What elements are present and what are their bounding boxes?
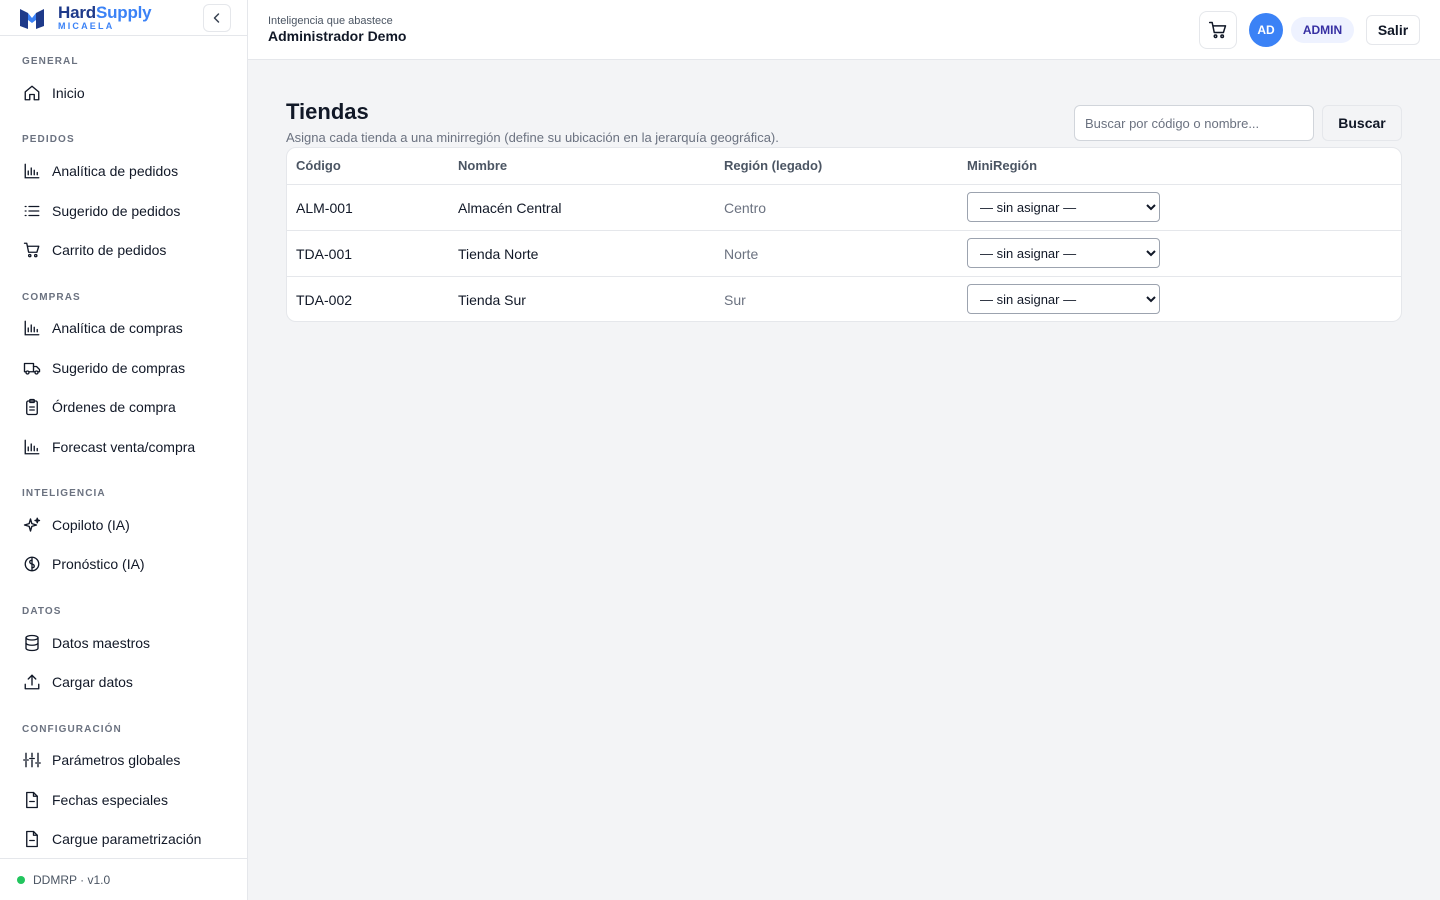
sidebar-item-fechas-especiales[interactable]: Fechas especiales — [22, 786, 232, 814]
sidebar-item-label: Forecast venta/compra — [52, 439, 196, 455]
logout-button[interactable]: Salir — [1366, 15, 1420, 45]
sidebar-item-analitica-compras[interactable]: Analítica de compras — [22, 314, 232, 342]
sidebar-item-label: Datos maestros — [52, 635, 151, 651]
search-button[interactable]: Buscar — [1322, 105, 1402, 141]
sparkles-icon — [22, 515, 42, 535]
sidebar-item-label: Inicio — [52, 85, 85, 101]
sidebar-item-sugerido-compras[interactable]: Sugerido de compras — [22, 354, 232, 382]
cell-nombre: Tienda Norte — [458, 246, 539, 262]
cart-icon — [22, 240, 42, 260]
sidebar-footer: DDMRP · v1.0 — [0, 858, 247, 900]
sidebar-item-datos-maestros[interactable]: Datos maestros — [22, 629, 232, 657]
table-row: ALM-001 Almacén Central Centro — sin asi… — [287, 185, 1401, 231]
sliders-icon — [22, 750, 42, 770]
sidebar-item-label: Analítica de pedidos — [52, 163, 179, 179]
sidebar-item-pronostico[interactable]: Pronóstico (IA) — [22, 550, 232, 578]
sidebar-item-label: Pronóstico (IA) — [52, 556, 145, 572]
sidebar-item-label: Cargue parametrización — [52, 831, 202, 847]
database-icon — [22, 633, 42, 653]
cell-nombre: Tienda Sur — [458, 292, 526, 308]
miniregion-select[interactable]: — sin asignar — — [967, 238, 1160, 268]
cell-codigo: TDA-002 — [296, 292, 353, 308]
sidebar-item-label: Parámetros globales — [52, 752, 181, 768]
column-header-codigo: Código — [296, 158, 341, 173]
cart-icon — [1208, 21, 1227, 39]
file-icon — [22, 790, 42, 810]
sidebar-item-label: Carrito de pedidos — [52, 242, 167, 258]
sidebar-item-sugerido-pedidos[interactable]: Sugerido de pedidos — [22, 197, 232, 225]
nav-section-datos: DATOS — [22, 606, 62, 617]
cell-region: Norte — [724, 246, 759, 262]
column-header-miniregion: MiniRegión — [967, 158, 1038, 173]
sidebar-item-copiloto[interactable]: Copiloto (IA) — [22, 511, 232, 539]
upload-icon — [22, 672, 42, 692]
cell-codigo: TDA-001 — [296, 246, 353, 262]
file-icon — [22, 829, 42, 849]
sidebar-item-analitica-pedidos[interactable]: Analítica de pedidos — [22, 157, 232, 185]
cart-button[interactable] — [1199, 11, 1237, 49]
sidebar-item-cargar-datos[interactable]: Cargar datos — [22, 668, 232, 696]
page-description: Asigna cada tienda a una minirregión (de… — [286, 130, 779, 145]
column-header-nombre: Nombre — [458, 158, 508, 173]
nav-section-compras: COMPRAS — [22, 292, 81, 303]
sidebar-item-label: Sugerido de compras — [52, 360, 186, 376]
status-dot — [17, 875, 25, 884]
truck-icon — [22, 358, 42, 378]
nav-section-pedidos: PEDIDOS — [22, 134, 75, 145]
sidebar-item-parametros-globales[interactable]: Parámetros globales — [22, 746, 232, 774]
avatar[interactable]: AD — [1249, 13, 1283, 47]
sidebar-item-inicio[interactable]: Inicio — [22, 79, 232, 107]
stores-table: Código Nombre Región (legado) MiniRegión… — [286, 147, 1402, 322]
cell-nombre: Almacén Central — [458, 200, 562, 216]
bar-chart-icon — [22, 318, 42, 338]
brand-header: HardSupply MICAELA — [0, 0, 247, 36]
role-badge: ADMIN — [1291, 17, 1354, 43]
cell-region: Sur — [724, 292, 746, 308]
sidebar-item-label: Copiloto (IA) — [52, 517, 130, 533]
nav-section-configuracion: CONFIGURACIÓN — [22, 724, 122, 735]
brand-subtitle: MICAELA — [58, 21, 115, 31]
sidebar-item-cargue-parametrizacion[interactable]: Cargue parametrización — [22, 825, 232, 853]
search-input[interactable] — [1074, 105, 1314, 141]
home-icon — [22, 83, 42, 103]
sidebar-item-carrito-pedidos[interactable]: Carrito de pedidos — [22, 236, 232, 264]
nav-section-inteligencia: INTELIGENCIA — [22, 488, 106, 499]
top-bar: Inteligencia que abastece Administrador … — [248, 0, 1440, 60]
list-icon — [22, 201, 42, 221]
column-header-region: Región (legado) — [724, 158, 823, 173]
hardsupply-logo-icon — [20, 9, 44, 29]
table-row: TDA-002 Tienda Sur Sur — sin asignar — — [287, 277, 1401, 321]
table-row: TDA-001 Tienda Norte Norte — sin asignar… — [287, 231, 1401, 277]
sidebar-item-label: Sugerido de pedidos — [52, 203, 181, 219]
header-title: Administrador Demo — [268, 28, 407, 44]
sidebar-item-label: Analítica de compras — [52, 320, 183, 336]
collapse-sidebar-button[interactable] — [203, 4, 231, 32]
bar-chart-icon — [22, 437, 42, 457]
miniregion-select[interactable]: — sin asignar — — [967, 284, 1160, 314]
cell-region: Centro — [724, 200, 767, 216]
sidebar-item-ordenes-compra[interactable]: Órdenes de compra — [22, 393, 232, 421]
clipboard-icon — [22, 397, 42, 417]
bar-chart-icon — [22, 161, 42, 181]
page-title: Tiendas — [286, 99, 369, 124]
miniregion-select[interactable]: — sin asignar — — [967, 192, 1160, 222]
chevron-left-icon — [213, 13, 220, 23]
sidebar-item-label: Cargar datos — [52, 674, 133, 690]
version-label: DDMRP · v1.0 — [33, 872, 111, 887]
brand-name: HardSupply — [58, 3, 152, 22]
table-header: Código Nombre Región (legado) MiniRegión — [287, 148, 1401, 185]
nav-section-general: GENERAL — [22, 56, 79, 67]
sidebar: HardSupply MICAELA GENERAL Inicio PEDIDO… — [0, 0, 248, 900]
brain-icon — [22, 554, 42, 574]
sidebar-item-label: Fechas especiales — [52, 792, 168, 808]
sidebar-item-label: Órdenes de compra — [52, 399, 176, 415]
header-subtitle: Inteligencia que abastece — [268, 15, 393, 27]
sidebar-item-forecast[interactable]: Forecast venta/compra — [22, 433, 232, 461]
cell-codigo: ALM-001 — [296, 200, 353, 216]
